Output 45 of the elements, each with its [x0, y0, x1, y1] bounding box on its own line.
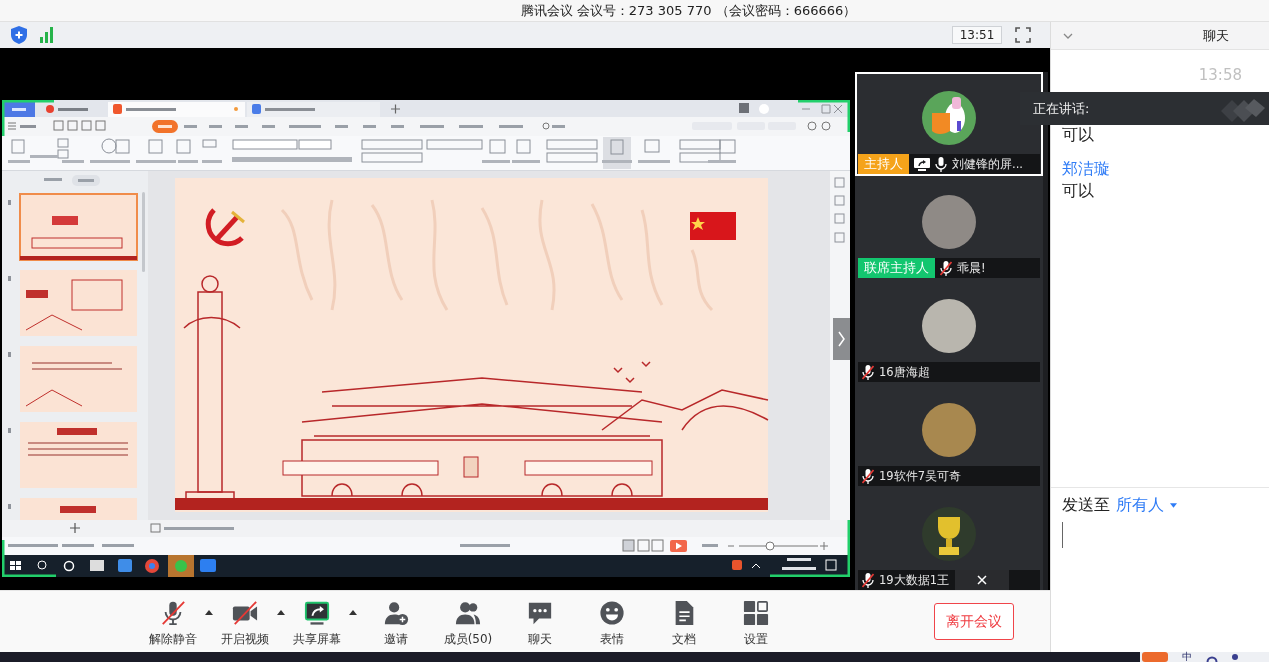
photo-placeholder: [922, 195, 976, 249]
message-sender: 郑洁璇: [1062, 158, 1111, 180]
input-method-indicator[interactable]: 中: [1182, 652, 1192, 662]
leave-meeting-button[interactable]: 离开会议: [934, 603, 1014, 640]
recipient-dropdown[interactable]: 所有人: [1116, 494, 1177, 516]
caret-icon[interactable]: [349, 610, 357, 615]
emoji-button[interactable]: 表情: [583, 600, 641, 648]
meeting-timer: 13:51: [952, 26, 1002, 44]
participant-name: 19大数据1王: [879, 572, 949, 588]
chat-title: 聊天: [1203, 26, 1229, 45]
window-title: 腾讯会议 会议号：273 305 770 （会议密码：666666）: [520, 1, 857, 20]
participant-tile[interactable]: 19大数据1王: [855, 488, 1043, 590]
role-badge: 主持人: [858, 154, 909, 174]
chat-button[interactable]: 聊天: [511, 600, 569, 648]
message-time: 13:58: [1197, 66, 1243, 84]
caret-icon: [1170, 502, 1177, 508]
message-text: 可以: [1062, 124, 1095, 146]
microphone-button[interactable]: 解除静音: [144, 600, 202, 648]
close-icon[interactable]: [977, 575, 987, 585]
documents-button[interactable]: 文档: [655, 600, 713, 648]
camera-button[interactable]: 开启视频: [216, 600, 274, 648]
message-text: 可以: [1062, 180, 1095, 202]
members-button[interactable]: 成员(50): [439, 600, 497, 648]
caret-icon[interactable]: [277, 610, 285, 615]
caret-icon[interactable]: [205, 610, 213, 615]
participant-tile[interactable]: 19软件7吴可奇: [855, 384, 1043, 488]
participant-name: 16唐海超: [879, 364, 930, 380]
participant-name: 刘健锋的屏...: [952, 156, 1023, 172]
chevron-down-icon[interactable]: [1063, 32, 1073, 39]
participant-name: 19软件7吴可奇: [879, 468, 961, 484]
send-to-label: 发送至: [1062, 494, 1110, 516]
role-badge: 联席主持人: [858, 258, 935, 278]
trophy-avatar-icon: [922, 507, 976, 561]
participant-tile[interactable]: 16唐海超: [855, 280, 1043, 384]
dot-icon[interactable]: [1232, 654, 1238, 660]
share-screen-button[interactable]: 共享屏幕: [288, 600, 346, 648]
photo-placeholder: [922, 299, 976, 353]
participant-name: 乖晨!: [957, 260, 986, 276]
invite-button[interactable]: 邀请: [367, 600, 425, 648]
avatar-placeholder: [922, 403, 976, 457]
cartoon-avatar-icon: [922, 91, 976, 145]
security-shield-icon[interactable]: [11, 26, 27, 44]
settings-button[interactable]: 设置: [727, 600, 785, 648]
participant-tile[interactable]: 联席主持人 乖晨!: [855, 176, 1043, 280]
fullscreen-icon[interactable]: [1015, 27, 1031, 43]
